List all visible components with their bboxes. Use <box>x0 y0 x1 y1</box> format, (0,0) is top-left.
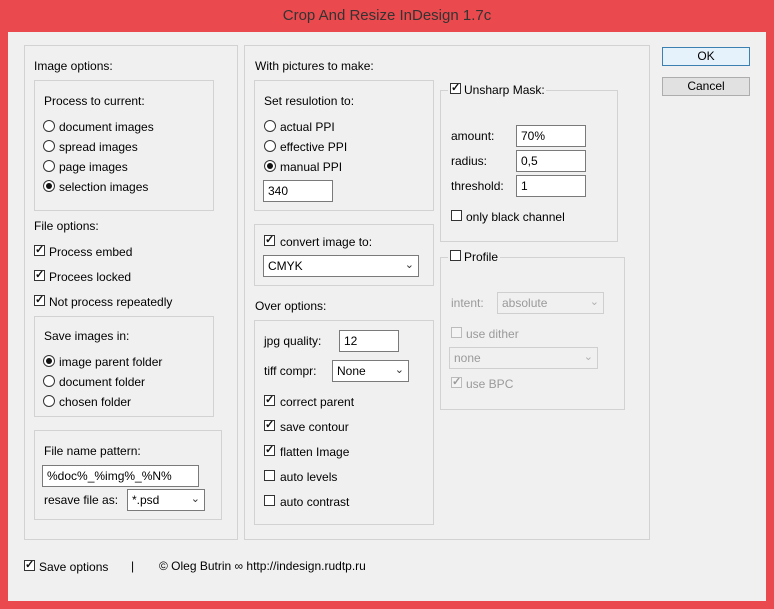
checkbox[interactable] <box>264 418 275 431</box>
checkbox-label: correct parent <box>280 395 355 409</box>
checkbox-label: auto contrast <box>280 495 350 509</box>
radio-label: document images <box>59 120 154 134</box>
checkbox[interactable] <box>24 558 35 571</box>
checkbox-label: use BPC <box>466 377 514 391</box>
radio-label: chosen folder <box>59 395 132 409</box>
window-title: Crop And Resize InDesign 1.7c <box>282 7 492 24</box>
image-options-heading: Image options: <box>34 59 113 73</box>
radius-label: radius: <box>451 154 488 168</box>
radio-button[interactable] <box>43 375 55 387</box>
checkbox-label: Procees locked <box>49 270 132 284</box>
checkbox-label: auto levels <box>280 470 338 484</box>
radio-button[interactable] <box>43 160 55 172</box>
select-value: *.psd <box>132 493 160 507</box>
jpg-quality-input[interactable]: 12 <box>339 330 399 352</box>
threshold-label: threshold: <box>451 179 504 193</box>
chevron-down-icon: ⌄ <box>190 493 200 505</box>
checkbox-label: Profile <box>464 250 499 264</box>
radio-label: document folder <box>59 375 146 389</box>
checkbox[interactable] <box>451 210 462 221</box>
select-value: CMYK <box>268 259 303 273</box>
amount-input[interactable]: 70% <box>516 125 586 147</box>
amount-label: amount: <box>451 129 495 143</box>
checkbox-profile[interactable]: Profile <box>448 250 500 266</box>
radio-button[interactable] <box>264 160 276 172</box>
over-options-heading: Over options: <box>255 299 327 313</box>
save-heading: Save images in: <box>44 329 130 343</box>
checkbox[interactable] <box>264 470 275 481</box>
file-options-heading: File options: <box>34 219 99 233</box>
profile-select[interactable]: none ⌄ <box>449 347 598 369</box>
resolution-heading: Set resulotion to: <box>264 94 355 108</box>
checkbox-label: Unsharp Mask: <box>464 83 545 97</box>
checkbox[interactable] <box>264 443 275 456</box>
checkbox[interactable] <box>450 250 461 261</box>
convert-select[interactable]: CMYK ⌄ <box>263 255 419 277</box>
credit-text: © Oleg Butrin ∞ http://indesign.rudtp.ru <box>159 559 366 573</box>
radio-label: spread images <box>59 140 138 154</box>
checkbox-unsharp-mask[interactable]: Unsharp Mask: <box>448 81 546 99</box>
process-heading: Process to current: <box>44 94 145 108</box>
pattern-heading: File name pattern: <box>44 444 141 458</box>
chevron-down-icon: ⌄ <box>394 364 404 376</box>
checkbox-label: Not process repeatedly <box>49 295 173 309</box>
checkbox-label: Save options <box>39 560 109 574</box>
checkbox-label: use dither <box>466 327 519 341</box>
radio-label: image parent folder <box>59 355 163 369</box>
radio-button[interactable] <box>43 120 55 132</box>
tiff-compr-select[interactable]: None ⌄ <box>332 360 409 382</box>
select-value: absolute <box>502 296 548 310</box>
intent-select[interactable]: absolute ⌄ <box>497 292 604 314</box>
radio-button[interactable] <box>43 395 55 407</box>
checkbox-label: only black channel <box>466 210 565 224</box>
checkbox-label: convert image to: <box>280 235 373 249</box>
pictures-heading: With pictures to make: <box>255 59 374 73</box>
checkbox[interactable] <box>451 375 462 388</box>
ppi-input[interactable]: 340 <box>263 180 333 202</box>
checkbox-label: flatten Image <box>280 445 350 459</box>
threshold-input[interactable]: 1 <box>516 175 586 197</box>
checkbox[interactable] <box>34 293 45 306</box>
radio-button[interactable] <box>43 180 55 192</box>
resave-label: resave file as: <box>44 493 119 507</box>
resave-select[interactable]: *.psd ⌄ <box>127 489 205 511</box>
checkbox[interactable] <box>264 495 275 506</box>
checkbox[interactable] <box>450 81 461 94</box>
radio-label: selection images <box>59 180 149 194</box>
radio-button[interactable] <box>264 140 276 152</box>
radio-label: actual PPI <box>280 120 335 134</box>
checkbox-label: save contour <box>280 420 349 434</box>
radio-button[interactable] <box>264 120 276 132</box>
chevron-down-icon: ⌄ <box>583 351 593 363</box>
radius-input[interactable]: 0,5 <box>516 150 586 172</box>
radio-label: manual PPI <box>280 160 343 174</box>
cancel-button[interactable]: Cancel <box>662 77 750 96</box>
radio-button[interactable] <box>43 140 55 152</box>
chevron-down-icon: ⌄ <box>404 259 414 271</box>
checkbox[interactable] <box>34 243 45 256</box>
tiff-compr-label: tiff compr: <box>264 364 317 378</box>
radio-label: page images <box>59 160 128 174</box>
checkbox-label: Process embed <box>49 245 133 259</box>
footer-separator: | <box>131 559 135 573</box>
checkbox[interactable] <box>264 393 275 406</box>
checkbox[interactable] <box>451 327 462 338</box>
pattern-input[interactable]: %doc%_%img%_%N% <box>42 465 199 487</box>
radio-button[interactable] <box>43 355 55 367</box>
select-value: None <box>337 364 366 378</box>
jpg-quality-label: jpg quality: <box>264 334 322 348</box>
radio-label: effective PPI <box>280 140 348 154</box>
chevron-down-icon: ⌄ <box>589 296 599 308</box>
ok-button[interactable]: OK <box>662 47 750 66</box>
intent-label: intent: <box>451 296 484 310</box>
checkbox[interactable] <box>264 233 275 246</box>
select-value: none <box>454 351 481 365</box>
checkbox[interactable] <box>34 268 45 281</box>
